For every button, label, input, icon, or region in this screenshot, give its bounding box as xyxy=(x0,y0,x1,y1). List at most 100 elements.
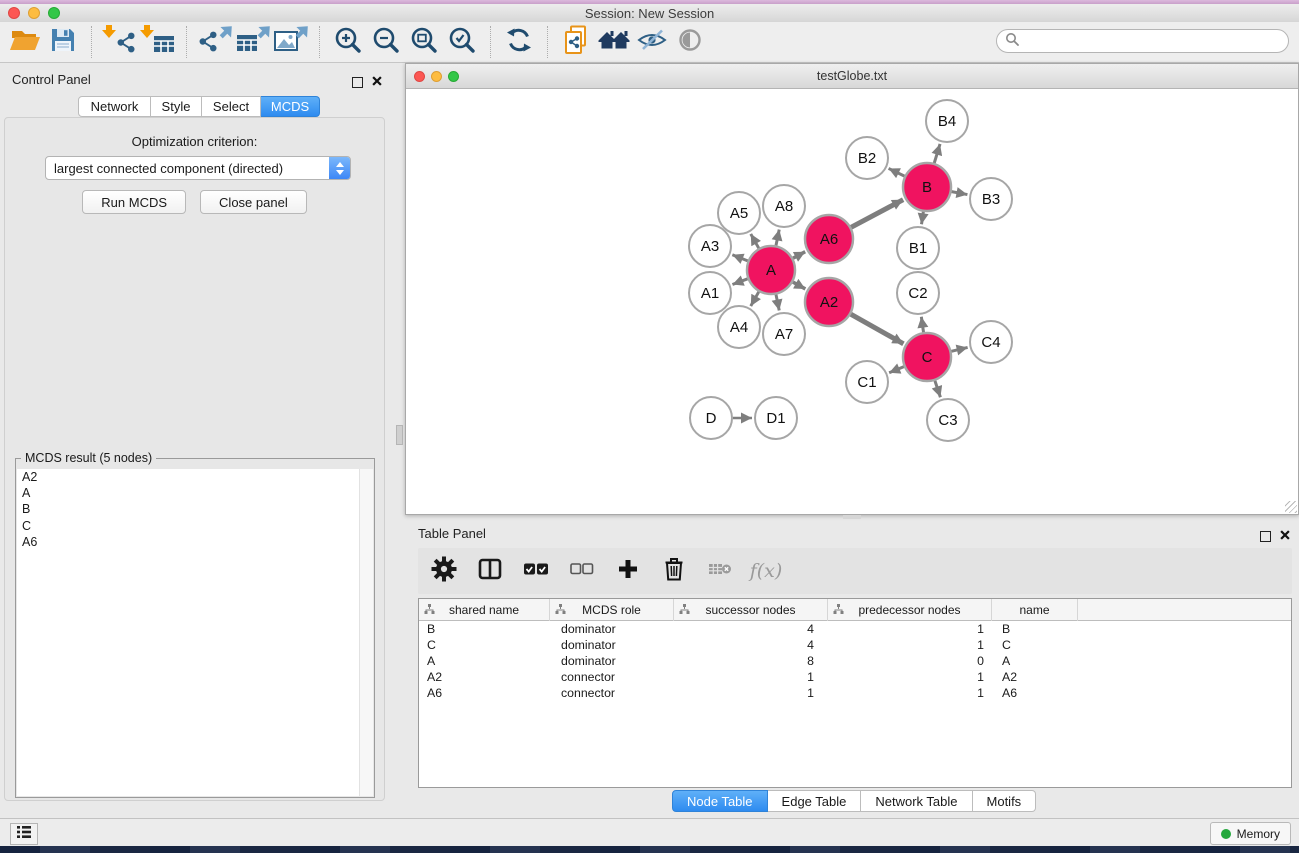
toggle-panel-visibility-button[interactable] xyxy=(633,24,671,60)
delete-row-button[interactable] xyxy=(658,555,690,587)
run-mcds-button[interactable]: Run MCDS xyxy=(82,190,186,214)
column-header-MCDS-role[interactable]: MCDS role xyxy=(550,599,674,621)
edge-B-B2[interactable] xyxy=(889,168,905,176)
node-A1[interactable]: A1 xyxy=(689,272,731,314)
table-cell[interactable]: A xyxy=(992,654,1078,668)
node-D[interactable]: D xyxy=(690,397,732,439)
birdseye-view-button[interactable] xyxy=(671,24,709,60)
table-cell[interactable]: A6 xyxy=(992,686,1078,700)
column-header-name[interactable]: name xyxy=(992,599,1078,621)
table-cell[interactable]: 1 xyxy=(828,670,992,684)
mcds-result-item[interactable]: A2 xyxy=(17,469,373,485)
control-tab-network[interactable]: Network xyxy=(78,96,151,117)
close-panel-icon[interactable] xyxy=(1280,527,1290,545)
node-B3[interactable]: B3 xyxy=(970,178,1012,220)
edge-C-C2[interactable] xyxy=(921,317,923,332)
control-tab-mcds[interactable]: MCDS xyxy=(261,96,320,117)
table-cell[interactable]: 1 xyxy=(674,686,828,700)
edge-A-A7[interactable] xyxy=(776,294,779,310)
column-header-shared-name[interactable]: shared name xyxy=(419,599,550,621)
table-tab-edge-table[interactable]: Edge Table xyxy=(768,790,862,812)
result-list-scrollbar[interactable] xyxy=(359,469,373,796)
table-row[interactable]: A2connector11A2 xyxy=(419,669,1291,685)
edge-A2-C[interactable] xyxy=(851,314,904,344)
criterion-dropdown[interactable]: largest connected component (directed) xyxy=(45,156,351,180)
edge-B-B3[interactable] xyxy=(952,192,968,195)
delete-table-button[interactable] xyxy=(704,555,736,587)
table-tab-motifs[interactable]: Motifs xyxy=(973,790,1037,812)
select-all-button[interactable] xyxy=(520,555,552,587)
table-cell[interactable]: A2 xyxy=(992,670,1078,684)
edge-C-C4[interactable] xyxy=(951,347,967,351)
export-table-button[interactable] xyxy=(234,24,272,60)
node-C3[interactable]: C3 xyxy=(927,399,969,441)
edge-B-B4[interactable] xyxy=(934,144,940,163)
table-cell[interactable]: A6 xyxy=(419,686,550,700)
table-row[interactable]: Bdominator41B xyxy=(419,621,1291,637)
close-panel-button[interactable]: Close panel xyxy=(200,190,307,214)
node-C1[interactable]: C1 xyxy=(846,361,888,403)
export-image-button[interactable] xyxy=(272,24,310,60)
node-B2[interactable]: B2 xyxy=(846,137,888,179)
table-cell[interactable]: dominator xyxy=(550,654,674,668)
table-tab-network-table[interactable]: Network Table xyxy=(861,790,972,812)
table-cell[interactable]: 8 xyxy=(674,654,828,668)
deselect-all-button[interactable] xyxy=(566,555,598,587)
export-network-button[interactable] xyxy=(196,24,234,60)
table-cell[interactable]: connector xyxy=(550,686,674,700)
node-B1[interactable]: B1 xyxy=(897,227,939,269)
panel-splitter-handle[interactable] xyxy=(396,425,403,445)
node-C[interactable]: C xyxy=(903,333,951,381)
node-C4[interactable]: C4 xyxy=(970,321,1012,363)
edge-A-A6[interactable] xyxy=(793,252,805,258)
mcds-result-item[interactable]: B xyxy=(17,501,373,517)
float-panel-icon[interactable] xyxy=(352,77,363,88)
function-builder-button[interactable]: f(x) xyxy=(750,555,782,587)
network-canvas[interactable]: AA1A2A3A4A5A6A7A8BB1B2B3B4CC1C2C3C4DD1 xyxy=(406,89,1298,514)
memory-button[interactable]: Memory xyxy=(1210,822,1291,845)
node-A[interactable]: A xyxy=(747,246,795,294)
zoom-out-button[interactable] xyxy=(367,24,405,60)
table-cell[interactable]: B xyxy=(419,622,550,636)
table-row[interactable]: Cdominator41C xyxy=(419,637,1291,653)
control-tab-style[interactable]: Style xyxy=(151,96,202,117)
node-B[interactable]: B xyxy=(903,163,951,211)
edge-A-A8[interactable] xyxy=(776,230,779,246)
node-C2[interactable]: C2 xyxy=(897,272,939,314)
close-panel-icon[interactable] xyxy=(372,73,382,91)
zoom-in-button[interactable] xyxy=(329,24,367,60)
mcds-result-item[interactable]: A xyxy=(17,485,373,501)
column-header-successor-nodes[interactable]: successor nodes xyxy=(674,599,828,621)
table-cell[interactable]: A xyxy=(419,654,550,668)
control-tab-select[interactable]: Select xyxy=(202,96,261,117)
table-row[interactable]: A6connector11A6 xyxy=(419,685,1291,701)
table-cell[interactable]: C xyxy=(992,638,1078,652)
table-cell[interactable]: A2 xyxy=(419,670,550,684)
node-A3[interactable]: A3 xyxy=(689,225,731,267)
table-cell[interactable]: dominator xyxy=(550,622,674,636)
zoom-fit-button[interactable] xyxy=(405,24,443,60)
add-row-button[interactable] xyxy=(612,555,644,587)
node-A7[interactable]: A7 xyxy=(763,313,805,355)
table-cell[interactable]: B xyxy=(992,622,1078,636)
table-cell[interactable]: 4 xyxy=(674,622,828,636)
duplicate-network-button[interactable] xyxy=(557,24,595,60)
table-row[interactable]: Adominator80A xyxy=(419,653,1291,669)
task-history-button[interactable] xyxy=(10,823,38,845)
edge-A-A4[interactable] xyxy=(751,292,759,306)
column-header-predecessor-nodes[interactable]: predecessor nodes xyxy=(828,599,992,621)
table-cell[interactable]: 1 xyxy=(828,686,992,700)
node-A5[interactable]: A5 xyxy=(718,192,760,234)
edge-A-A2[interactable] xyxy=(793,282,805,289)
table-cell[interactable]: connector xyxy=(550,670,674,684)
float-panel-icon[interactable] xyxy=(1260,531,1271,542)
table-cell[interactable]: 0 xyxy=(828,654,992,668)
table-cell[interactable]: dominator xyxy=(550,638,674,652)
zoom-selected-button[interactable] xyxy=(443,24,481,60)
panel-splitter-handle[interactable] xyxy=(843,515,861,519)
edge-A-A5[interactable] xyxy=(751,234,759,248)
table-cell[interactable]: 1 xyxy=(828,622,992,636)
table-cell[interactable]: C xyxy=(419,638,550,652)
edge-C-C3[interactable] xyxy=(935,381,941,398)
home-button[interactable] xyxy=(595,24,633,60)
